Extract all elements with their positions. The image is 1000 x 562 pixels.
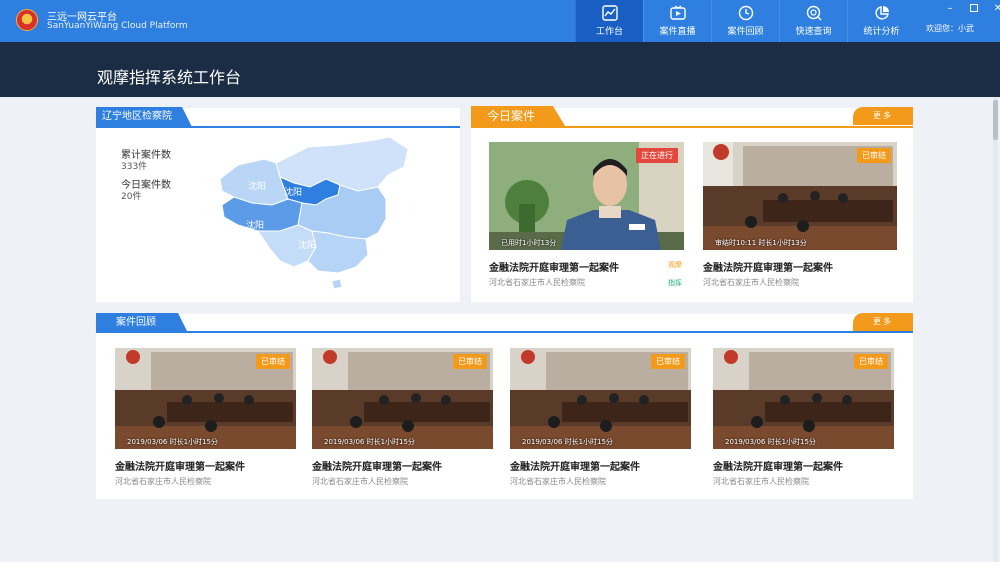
nav-item-stats[interactable]: 统计分析 xyxy=(847,0,915,42)
video-thumbnail[interactable]: 已审结 2019/03/06 时长1小时15分 xyxy=(510,348,691,449)
video-caption: 审结时10:11 时长1小时13分 xyxy=(715,239,807,247)
today-more-button[interactable]: 更多 xyxy=(853,107,913,125)
nav-label: 案件直播 xyxy=(659,27,696,37)
video-thumbnail[interactable]: 已审结 2019/03/06 时长1小时15分 xyxy=(115,348,296,449)
case-title[interactable]: 金融法院开庭审理第一起案件 xyxy=(713,458,843,473)
more-label: 更多 xyxy=(873,317,893,326)
video-caption: 2019/03/06 时长1小时15分 xyxy=(324,438,415,446)
map-region-north xyxy=(275,136,409,192)
case-org: 河北省石家庄市人民检察院 xyxy=(115,477,211,486)
minimize-icon[interactable]: – xyxy=(944,2,956,14)
map-label: 沈阳 xyxy=(246,219,264,231)
live-tv-icon xyxy=(669,5,686,20)
video-thumbnail[interactable]: 已审结 2019/03/06 时长1小时15分 xyxy=(312,348,493,449)
app-name-en: SanYuanYiWang Cloud Platform xyxy=(47,21,188,31)
case-title[interactable]: 金融法院开庭审理第一起案件 xyxy=(489,259,619,274)
nav-label: 工作台 xyxy=(595,27,623,37)
nav-label: 统计分析 xyxy=(863,27,900,37)
total-cases-value: 333件 xyxy=(121,162,148,172)
video-caption: 2019/03/06 时长1小时15分 xyxy=(522,438,613,446)
clock-icon xyxy=(738,5,753,21)
scrollbar-track[interactable] xyxy=(993,97,998,562)
nav-item-live[interactable]: 案件直播 xyxy=(643,0,711,42)
video-caption: 已用时1小时13分 xyxy=(501,239,557,247)
video-thumbnail[interactable]: 已审结 审结时10:11 时长1小时13分 xyxy=(703,142,897,250)
nav-label: 快速查询 xyxy=(795,27,832,37)
case-title[interactable]: 金融法院开庭审理第一起案件 xyxy=(703,259,833,274)
case-org: 河北省石家庄市人民检察院 xyxy=(703,278,799,287)
close-icon[interactable]: ✕ xyxy=(992,2,1000,14)
video-thumbnail[interactable]: 已审结 2019/03/06 时长1小时15分 xyxy=(713,348,894,449)
scrollbar-thumb[interactable] xyxy=(993,100,998,140)
case-org: 河北省石家庄市人民检察院 xyxy=(312,477,408,486)
pie-chart-icon xyxy=(874,6,889,20)
today-divider xyxy=(471,126,913,128)
observe-tag[interactable]: 观摩 xyxy=(668,260,682,270)
chart-line-icon xyxy=(601,5,618,21)
case-title[interactable]: 金融法院开庭审理第一起案件 xyxy=(510,458,640,473)
case-title[interactable]: 金融法院开庭审理第一起案件 xyxy=(115,458,245,473)
search-icon xyxy=(806,5,821,21)
status-badge: 已审结 xyxy=(453,354,487,369)
review-title: 案件回顾 xyxy=(96,313,188,333)
nav-item-workbench[interactable]: 工作台 xyxy=(575,0,643,42)
status-badge: 已审结 xyxy=(256,354,290,369)
status-badge: 正在进行 xyxy=(636,148,678,163)
more-label: 更多 xyxy=(873,111,893,120)
map-label: 沈阳 xyxy=(284,186,302,198)
emblem-logo xyxy=(16,9,38,31)
review-divider xyxy=(96,331,913,333)
review-more-button[interactable]: 更多 xyxy=(853,313,913,331)
window-controls: – ✕ xyxy=(944,2,1000,14)
welcome-text: 欢迎您：小武 xyxy=(926,24,974,33)
region-title: 辽宁地区检察院 xyxy=(96,107,192,127)
today-cases-value: 20件 xyxy=(121,192,142,202)
today-title: 今日案件 xyxy=(471,106,565,126)
case-org: 河北省石家庄市人民检察院 xyxy=(510,477,606,486)
nav-item-review[interactable]: 案件回顾 xyxy=(711,0,779,42)
case-org: 河北省石家庄市人民检察院 xyxy=(713,477,809,486)
map-region-island xyxy=(331,278,343,290)
status-badge: 已审结 xyxy=(857,148,891,163)
nav-item-search[interactable]: 快速查询 xyxy=(779,0,847,42)
status-badge: 已审结 xyxy=(854,354,888,369)
case-org: 河北省石家庄市人民检察院 xyxy=(489,278,585,287)
status-badge: 已审结 xyxy=(651,354,685,369)
map-label: 沈阳 xyxy=(298,239,316,251)
maximize-icon[interactable] xyxy=(968,2,980,14)
page-title: 观摩指挥系统工作台 xyxy=(97,68,242,87)
china-map[interactable]: 沈阳 沈阳 沈阳 沈阳 xyxy=(218,135,414,295)
video-caption: 2019/03/06 时长1小时15分 xyxy=(725,438,816,446)
main-nav: 工作台 案件直播 案件回顾 快速查询 统计分析 xyxy=(575,0,915,42)
case-title[interactable]: 金融法院开庭审理第一起案件 xyxy=(312,458,442,473)
map-label: 沈阳 xyxy=(248,180,266,192)
nav-label: 案件回顾 xyxy=(727,27,764,37)
command-tag[interactable]: 指挥 xyxy=(668,278,682,288)
video-thumbnail[interactable]: 正在进行 已用时1小时13分 xyxy=(489,142,684,250)
video-caption: 2019/03/06 时长1小时15分 xyxy=(127,438,218,446)
